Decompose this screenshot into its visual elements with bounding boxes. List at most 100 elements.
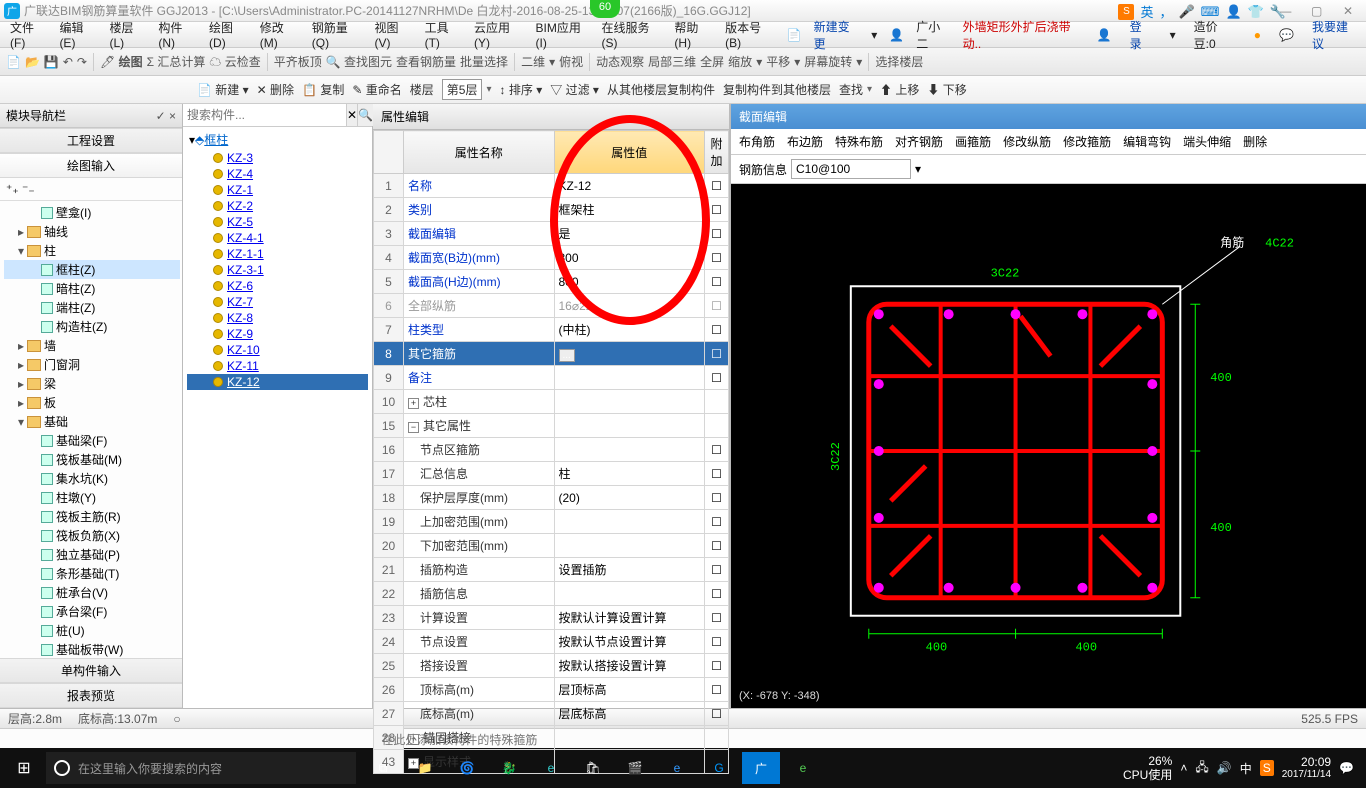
kz-item[interactable]: KZ-4 <box>187 166 368 182</box>
nav-node[interactable]: ▾基础 <box>4 412 180 431</box>
user-name[interactable]: 广小二 <box>910 18 956 52</box>
suggest-link[interactable]: 我要建议 <box>1306 18 1362 52</box>
app1-icon[interactable]: 🌀 <box>448 752 486 784</box>
kz-item[interactable]: KZ-12 <box>187 374 368 390</box>
search-clear-icon[interactable]: ✕ <box>346 104 357 126</box>
prop-row[interactable]: 15−其它属性 <box>374 414 729 438</box>
close-button[interactable]: ✕ <box>1334 4 1362 18</box>
nav-node[interactable]: 暗柱(Z) <box>4 279 180 298</box>
section-canvas[interactable]: 400 400 400 400 3C22 3C22 角筋 4C22 (X: -6… <box>731 184 1366 708</box>
redo-icon[interactable]: ↷ <box>77 55 87 69</box>
tray-vol-icon[interactable]: 🔊 <box>1217 761 1232 775</box>
fullscr-btn[interactable]: 全屏 <box>700 53 724 70</box>
sum-btn[interactable]: Σ 汇总计算 <box>147 53 206 70</box>
prop-row[interactable]: 1名称KZ-12☐ <box>374 174 729 198</box>
kz-root[interactable]: ▾ ⬘ 框柱 <box>187 129 368 150</box>
rename-btn[interactable]: ✎ 重命名 <box>352 81 401 98</box>
zoom-btn[interactable]: 缩放 <box>728 53 752 70</box>
top-view-btn[interactable]: 俯视 <box>559 53 583 70</box>
menu-draw[interactable]: 绘图(D) <box>203 19 254 50</box>
taskview-icon[interactable]: ⧉ <box>364 752 402 784</box>
prop-row[interactable]: 25搭接设置按默认搭接设置计算☐ <box>374 654 729 678</box>
new-change-link[interactable]: 新建变更 <box>808 18 866 52</box>
menu-file[interactable]: 文件(F) <box>4 19 53 50</box>
login-link[interactable]: 登录 <box>1124 18 1158 52</box>
wrench-icon[interactable]: 🔧 <box>1270 4 1286 20</box>
store-icon[interactable]: 🛍 <box>574 752 612 784</box>
ime-lang[interactable]: 英 <box>1140 2 1153 21</box>
menu-online[interactable]: 在线服务(S) <box>595 19 668 50</box>
rebar-info-input[interactable] <box>791 159 911 179</box>
nav-node[interactable]: ▸门窗洞 <box>4 355 180 374</box>
section-tab[interactable]: 删除 <box>1243 133 1267 150</box>
nav-tree[interactable]: 壁龛(I)▸轴线▾柱框柱(Z)暗柱(Z)端柱(Z)构造柱(Z)▸墙▸门窗洞▸梁▸… <box>0 201 182 658</box>
prop-row[interactable]: 5截面高(H边)(mm)800☐ <box>374 270 729 294</box>
kz-item[interactable]: KZ-2 <box>187 198 368 214</box>
pan-btn[interactable]: 平移 <box>766 53 790 70</box>
prop-row[interactable]: 19上加密范围(mm)☐ <box>374 510 729 534</box>
copy-comp-btn[interactable]: 📋 复制 <box>302 81 344 98</box>
prop-row[interactable]: 21插筋构造设置插筋☐ <box>374 558 729 582</box>
del-comp-btn[interactable]: ✕ 删除 <box>257 81 294 98</box>
nav-sect-draw[interactable]: 绘图输入 <box>0 153 182 178</box>
mic-icon[interactable]: 🎤 <box>1178 4 1194 20</box>
nav-node[interactable]: ▸梁 <box>4 374 180 393</box>
find-elem-btn[interactable]: 🔍 查找图元 <box>326 53 392 70</box>
nav-node[interactable]: ▸板 <box>4 393 180 412</box>
new-comp-btn[interactable]: 📄 新建 ▾ <box>197 81 249 98</box>
filter-btn[interactable]: ▽ 过滤 ▾ <box>550 81 599 98</box>
rotate-btn[interactable]: 屏幕旋转 <box>804 53 852 70</box>
prop-row[interactable]: 23计算设置按默认计算设置计算☐ <box>374 606 729 630</box>
edge-icon[interactable]: e <box>532 752 570 784</box>
360-icon[interactable]: e <box>784 752 822 784</box>
kz-item[interactable]: KZ-1-1 <box>187 246 368 262</box>
floor-select[interactable]: 第5层 <box>442 79 483 100</box>
nav-node[interactable]: 柱墩(Y) <box>4 488 180 507</box>
nav-node[interactable]: ▸墙 <box>4 336 180 355</box>
app-icon-2[interactable]: 广 <box>742 752 780 784</box>
menu-comp[interactable]: 构件(N) <box>152 19 203 50</box>
nav-node[interactable]: 条形基础(T) <box>4 564 180 583</box>
search-go-icon[interactable]: 🔍 <box>357 104 373 126</box>
menu-help[interactable]: 帮助(H) <box>668 19 719 50</box>
kz-item[interactable]: KZ-7 <box>187 294 368 310</box>
prop-row[interactable]: 10+芯柱 <box>374 390 729 414</box>
prop-row[interactable]: 7柱类型(中柱)☐ <box>374 318 729 342</box>
ie-icon[interactable]: e <box>658 752 696 784</box>
props-table[interactable]: 属性名称 属性值 附加 1名称KZ-12☐2类别框架柱☐3截面编辑是☐4截面宽(… <box>373 130 729 774</box>
section-tab[interactable]: 端头伸缩 <box>1183 133 1231 150</box>
start-button[interactable]: ⊞ <box>4 752 44 784</box>
draw-btn[interactable]: 🖊 绘图 <box>100 53 143 70</box>
taskbar-search[interactable]: 在这里输入你要搜索的内容 <box>46 752 356 784</box>
menu-modify[interactable]: 修改(M) <box>254 19 306 50</box>
gl-icon[interactable]: G <box>700 752 738 784</box>
tray-net-icon[interactable]: 🖧 <box>1195 758 1208 779</box>
prop-row[interactable]: 22插筋信息☐ <box>374 582 729 606</box>
section-tab[interactable]: 特殊布筋 <box>835 133 883 150</box>
shirt-icon[interactable]: 👕 <box>1248 4 1264 20</box>
prop-row[interactable]: 6全部纵筋16⌀22☐ <box>374 294 729 318</box>
nav-node[interactable]: 筏板负筋(X) <box>4 526 180 545</box>
prop-row[interactable]: 24节点设置按默认节点设置计算☐ <box>374 630 729 654</box>
nav-node[interactable]: 基础板带(W) <box>4 640 180 658</box>
batch-sel-btn[interactable]: 批量选择 <box>460 53 508 70</box>
kz-item[interactable]: KZ-11 <box>187 358 368 374</box>
app2-icon[interactable]: 🐉 <box>490 752 528 784</box>
copy-from-btn[interactable]: 从其他楼层复制构件 <box>607 81 715 98</box>
nav-sect-report[interactable]: 报表预览 <box>0 683 182 708</box>
nav-node[interactable]: 筏板主筋(R) <box>4 507 180 526</box>
nav-node[interactable]: 桩承台(V) <box>4 583 180 602</box>
section-tab[interactable]: 修改箍筋 <box>1063 133 1111 150</box>
copy-to-btn[interactable]: 复制构件到其他楼层 <box>723 81 831 98</box>
kz-item[interactable]: KZ-6 <box>187 278 368 294</box>
cloud-check-btn[interactable]: ☁ 云检查 <box>209 53 260 70</box>
tray-sogou-icon[interactable]: S <box>1260 760 1274 776</box>
view-mode-select[interactable]: 二维 <box>521 53 545 70</box>
kz-list[interactable]: ▾ ⬘ 框柱KZ-3KZ-4KZ-1KZ-2KZ-5KZ-4-1KZ-1-1KZ… <box>183 127 372 708</box>
nav-node[interactable]: 承台梁(F) <box>4 602 180 621</box>
nav-sect-proj[interactable]: 工程设置 <box>0 128 182 153</box>
nav-pin-icon[interactable]: ✓ × <box>156 109 176 123</box>
nav-node[interactable]: 集水坑(K) <box>4 469 180 488</box>
section-tab[interactable]: 画箍筋 <box>955 133 991 150</box>
save-icon[interactable]: 💾 <box>44 55 59 69</box>
